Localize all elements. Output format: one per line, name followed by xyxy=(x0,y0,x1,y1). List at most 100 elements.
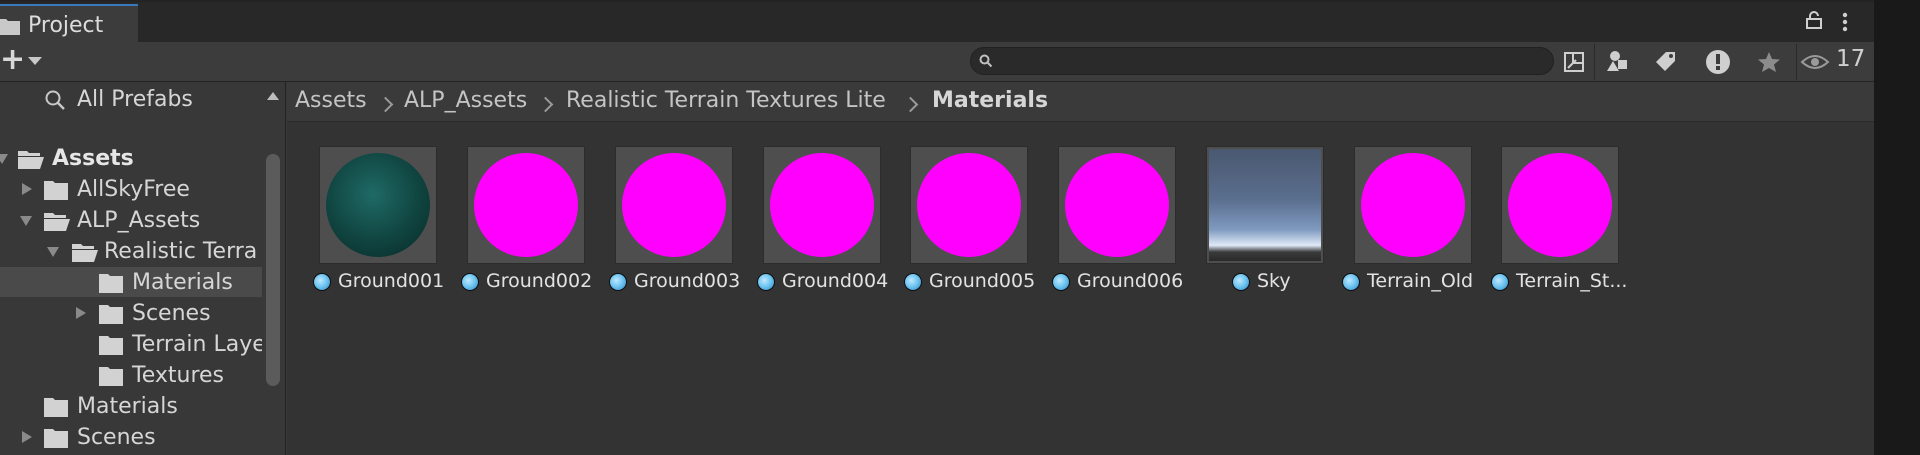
favorites-star-icon[interactable] xyxy=(1749,44,1789,80)
console-errors-icon[interactable] xyxy=(1698,44,1738,80)
tree-item-label: Materials xyxy=(77,394,178,419)
scroll-up-arrow-icon[interactable] xyxy=(267,92,279,100)
material-preview-sphere xyxy=(770,153,874,257)
asset-tile-ground001[interactable]: Ground001 xyxy=(287,146,444,306)
breadcrumb-separator-icon xyxy=(902,96,919,113)
tree-item-scenes-root[interactable]: Scenes xyxy=(0,422,262,452)
tree-item-label: Terrain Laye xyxy=(132,332,266,357)
more-options-icon[interactable] xyxy=(1842,12,1848,36)
search-input[interactable] xyxy=(1001,50,1545,74)
filter-by-label-icon[interactable] xyxy=(1646,44,1686,80)
expand-arrow-icon[interactable] xyxy=(22,431,32,443)
tree-item-label: Scenes xyxy=(77,425,156,450)
asset-name: Terrain_St... xyxy=(1516,270,1628,292)
add-asset-button[interactable]: + xyxy=(0,45,25,75)
material-icon xyxy=(1232,273,1250,291)
breadcrumb-separator-icon xyxy=(537,96,554,113)
material-preview-sphere xyxy=(1065,153,1169,257)
asset-tile-ground002[interactable]: Ground002 xyxy=(435,146,592,306)
breadcrumb-alp-assets[interactable]: ALP_Assets xyxy=(404,88,527,113)
asset-browser: Assets ALP_Assets Realistic Terrain Text… xyxy=(287,82,1874,455)
material-icon xyxy=(904,273,922,291)
breadcrumb: Assets ALP_Assets Realistic Terrain Text… xyxy=(287,82,1874,122)
material-preview-sphere xyxy=(326,153,430,257)
material-preview-sphere xyxy=(1361,153,1465,257)
asset-thumbnail xyxy=(1206,146,1324,264)
tree-item-label: Assets xyxy=(52,146,134,171)
folder-open-icon xyxy=(18,149,44,169)
asset-tile-ground005[interactable]: Ground005 xyxy=(878,146,1035,306)
asset-thumbnail xyxy=(615,146,733,264)
tree-item-materials-root[interactable]: Materials xyxy=(0,391,262,421)
material-icon xyxy=(757,273,775,291)
asset-name: Ground001 xyxy=(338,270,445,292)
folder-tree: All Prefabs Assets AllSkyFree ALP_Assets xyxy=(0,82,286,455)
asset-thumbnail xyxy=(1058,146,1176,264)
tab-project[interactable]: Project xyxy=(0,4,138,44)
expand-arrow-icon[interactable] xyxy=(20,216,32,226)
material-icon xyxy=(461,273,479,291)
folder-open-icon xyxy=(72,242,98,262)
material-preview-sphere xyxy=(622,153,726,257)
asset-tile-ground003[interactable]: Ground003 xyxy=(583,146,740,306)
breadcrumb-separator-icon xyxy=(377,96,394,113)
visibility-eye-icon[interactable] xyxy=(1800,44,1830,80)
search-scope-button[interactable] xyxy=(1554,44,1594,80)
asset-name: Ground004 xyxy=(782,270,889,292)
asset-tile-ground004[interactable]: Ground004 xyxy=(731,146,888,306)
asset-name: Ground005 xyxy=(929,270,1036,292)
tree-item-all-prefabs[interactable]: All Prefabs xyxy=(0,84,262,114)
asset-thumbnail xyxy=(1501,146,1619,264)
breadcrumb-realistic-terrain[interactable]: Realistic Terrain Textures Lite xyxy=(566,88,886,113)
asset-thumbnail xyxy=(763,146,881,264)
material-preview-sphere xyxy=(474,153,578,257)
breadcrumb-assets[interactable]: Assets xyxy=(295,88,367,113)
material-preview-sphere xyxy=(1508,153,1612,257)
material-icon xyxy=(1491,273,1509,291)
folder-icon xyxy=(99,335,123,355)
toolbar-divider xyxy=(1594,44,1595,80)
asset-tile-terrain-st[interactable]: Terrain_St... xyxy=(1469,146,1627,306)
material-icon xyxy=(609,273,627,291)
toolbar-divider xyxy=(1796,44,1797,80)
asset-name: Ground003 xyxy=(634,270,741,292)
breadcrumb-materials[interactable]: Materials xyxy=(932,88,1048,113)
material-icon xyxy=(1052,273,1070,291)
asset-tile-sky[interactable]: Sky xyxy=(1174,146,1324,306)
expand-arrow-icon[interactable] xyxy=(0,154,8,164)
lock-icon[interactable] xyxy=(1806,11,1822,33)
search-field[interactable] xyxy=(970,47,1554,75)
tree-item-label: Realistic Terra xyxy=(104,239,258,264)
tree-item-terrain-layers[interactable]: Terrain Laye xyxy=(0,329,266,359)
tree-item-textures[interactable]: Textures xyxy=(0,360,262,390)
asset-tile-ground006[interactable]: Ground006 xyxy=(1026,146,1183,306)
tree-item-label: Materials xyxy=(132,270,233,295)
asset-tile-terrain-old[interactable]: Terrain_Old xyxy=(1322,146,1473,306)
tree-item-label: Textures xyxy=(132,363,224,388)
asset-name: Sky xyxy=(1257,270,1291,292)
expand-arrow-icon[interactable] xyxy=(47,247,59,257)
filter-by-type-icon[interactable] xyxy=(1598,44,1638,80)
tree-item-materials[interactable]: Materials xyxy=(0,267,262,297)
expand-arrow-icon[interactable] xyxy=(76,307,86,319)
project-window: Project + 17 All Prefabs Assets AllSkyFr… xyxy=(0,0,1874,455)
folder-icon xyxy=(99,366,123,386)
folder-icon xyxy=(44,428,68,448)
tree-item-label: All Prefabs xyxy=(77,87,193,112)
asset-thumbnail xyxy=(319,146,437,264)
tree-item-alp-assets[interactable]: ALP_Assets xyxy=(0,205,262,235)
folder-icon xyxy=(44,397,68,417)
tree-item-allskyfree[interactable]: AllSkyFree xyxy=(0,174,262,204)
tree-item-scenes[interactable]: Scenes xyxy=(0,298,262,328)
scroll-thumb[interactable] xyxy=(266,154,280,386)
expand-arrow-icon[interactable] xyxy=(22,183,32,195)
tree-item-assets[interactable]: Assets xyxy=(0,143,262,173)
search-icon xyxy=(979,53,993,72)
folder-open-icon xyxy=(44,211,70,231)
chevron-down-icon[interactable] xyxy=(28,57,42,65)
tree-item-label: AllSkyFree xyxy=(77,177,190,202)
tree-item-realistic-terrain[interactable]: Realistic Terra xyxy=(0,236,262,266)
asset-thumbnail xyxy=(910,146,1028,264)
material-preview-sphere xyxy=(917,153,1021,257)
tree-scrollbar[interactable] xyxy=(262,82,285,455)
